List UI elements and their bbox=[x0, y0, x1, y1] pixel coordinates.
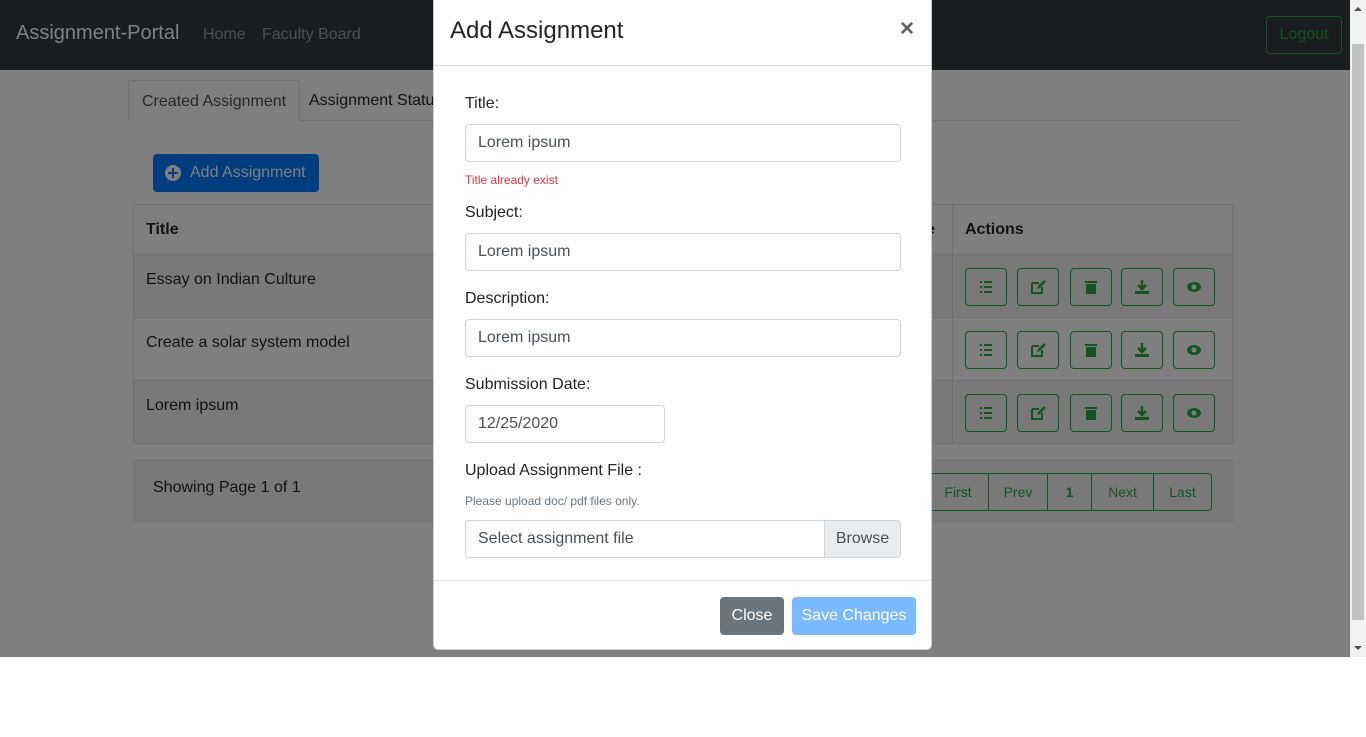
submission-date-label: Submission Date: bbox=[465, 376, 591, 393]
scroll-down-icon[interactable] bbox=[1353, 643, 1363, 653]
close-icon[interactable]: × bbox=[900, 15, 914, 43]
submission-date-input[interactable]: 12/25/2020 bbox=[465, 405, 665, 443]
modal-footer-divider bbox=[434, 580, 931, 581]
subject-label: Subject: bbox=[465, 204, 523, 221]
title-input[interactable]: Lorem ipsum bbox=[465, 124, 901, 162]
scrollbar-thumb[interactable] bbox=[1352, 44, 1364, 620]
file-placeholder: Select assignment file bbox=[478, 530, 634, 547]
scroll-up-icon[interactable] bbox=[1353, 4, 1363, 14]
save-changes-button[interactable]: Save Changes bbox=[792, 597, 916, 635]
description-input[interactable]: Lorem ipsum bbox=[465, 319, 901, 357]
description-label: Description: bbox=[465, 290, 550, 307]
title-label: Title: bbox=[465, 95, 500, 112]
modal-title: Add Assignment bbox=[450, 17, 624, 44]
add-assignment-modal: Add Assignment × Title: Lorem ipsum Titl… bbox=[433, 0, 932, 650]
modal-header: Add Assignment × bbox=[434, 0, 931, 66]
upload-file-label: Upload Assignment File : bbox=[465, 462, 642, 479]
browse-button[interactable]: Browse bbox=[824, 521, 900, 557]
title-error: Title already exist bbox=[465, 173, 558, 187]
file-input[interactable]: Select assignment file Browse bbox=[465, 520, 901, 558]
subject-input[interactable]: Lorem ipsum bbox=[465, 233, 901, 271]
close-button[interactable]: Close bbox=[720, 597, 784, 635]
upload-help-text: Please upload doc/ pdf files only. bbox=[465, 494, 640, 508]
page-viewport: Assignment-Portal Home Faculty Board Log… bbox=[0, 0, 1350, 657]
